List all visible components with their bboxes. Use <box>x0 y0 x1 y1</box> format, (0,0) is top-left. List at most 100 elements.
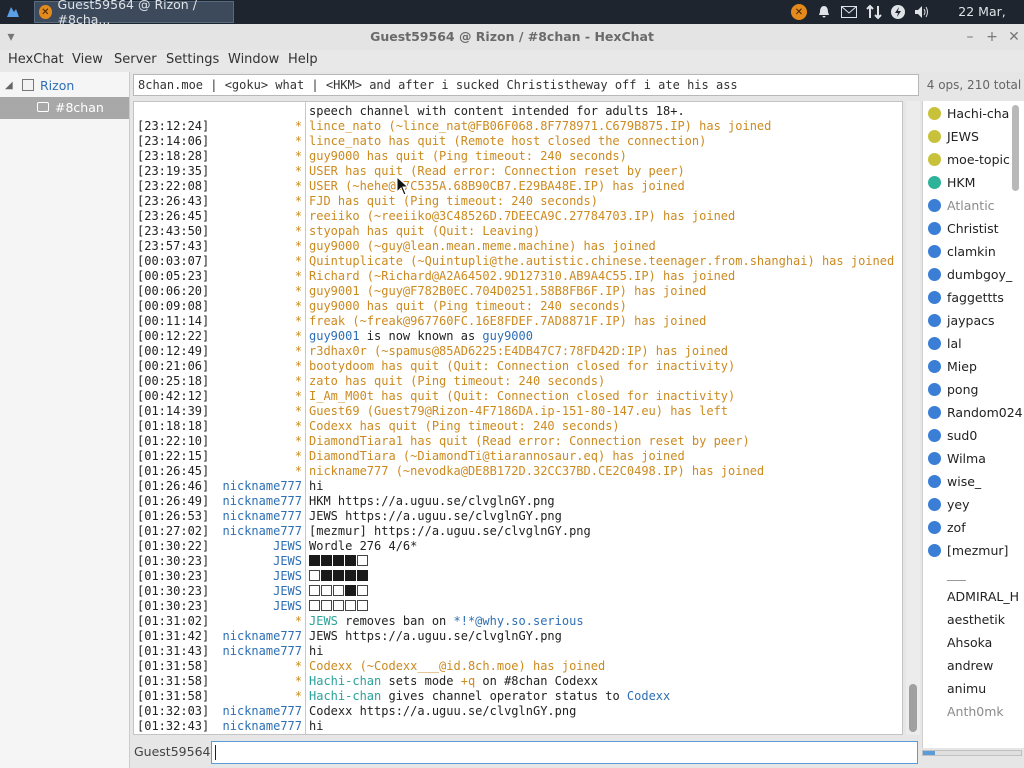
window-titlebar[interactable]: ▾ Guest59564 @ Rizon / #8chan - HexChat … <box>0 24 1024 51</box>
taskbar-window-button[interactable]: ✕ Guest59564 @ Rizon / #8cha... <box>34 0 234 27</box>
user-list-item[interactable]: faggettts <box>923 286 1024 309</box>
user-list-item[interactable]: ADMIRAL_H <box>923 585 1024 608</box>
menu-window[interactable]: Window <box>226 50 281 72</box>
message-input[interactable] <box>211 741 918 764</box>
message-segment[interactable]: JEWS <box>309 614 338 628</box>
user-list-item[interactable]: dumbgoy_ <box>923 263 1024 286</box>
chat-line: [00:06:20] * guy9001 (~guy@F782B0EC.704D02… <box>134 284 902 299</box>
menu-help[interactable]: Help <box>286 50 320 72</box>
chat-timestamp: [01:31:58] <box>137 689 210 703</box>
chat-timestamp: [23:12:24] <box>137 119 210 133</box>
user-list-item[interactable]: zof <box>923 516 1024 539</box>
ops-count: 4 ops, 210 total <box>926 78 1022 92</box>
chat-scrollbar[interactable] <box>906 101 920 735</box>
chat-nick[interactable]: nickname777 <box>208 524 302 539</box>
chat-nick[interactable]: JEWS <box>208 584 302 599</box>
message-segment: r3dhax0r (~spamus@85AD6225:E4DB47C7:78FD… <box>309 344 729 358</box>
user-list-item[interactable]: Hachi-cha <box>923 102 1024 125</box>
chat-timestamp: [23:43:50] <box>137 224 210 238</box>
user-list-item[interactable]: HKM <box>923 171 1024 194</box>
message-segment[interactable]: Hachi-chan <box>309 689 381 703</box>
chat-line: [01:26:46] nickname777 hi <box>134 479 902 494</box>
chat-nick[interactable]: nickname777 <box>208 479 302 494</box>
power-icon[interactable] <box>889 3 907 21</box>
message-segment: speech channel with content intended for… <box>309 104 685 118</box>
user-list-item[interactable]: andrew <box>923 654 1024 677</box>
chat-nick[interactable]: nickname777 <box>208 704 302 719</box>
chat-nick[interactable]: nickname777 <box>208 644 302 659</box>
chat-message: HKM https://a.uguu.se/clvglnGY.png <box>309 494 555 509</box>
message-segment[interactable]: *!*@why.so.serious <box>454 614 584 628</box>
user-list-item[interactable]: sud0 <box>923 424 1024 447</box>
minimize-icon[interactable]: – <box>961 28 979 46</box>
user-list-item[interactable]: Christist <box>923 217 1024 240</box>
user-list-item[interactable]: yey <box>923 493 1024 516</box>
user-list-scrollbar-thumb[interactable] <box>1012 105 1019 191</box>
user-name: Christist <box>947 221 999 236</box>
network-transfer-icon[interactable] <box>865 3 883 21</box>
chat-nick[interactable]: JEWS <box>208 554 302 569</box>
tree-server-rizon[interactable]: ◢ Rizon <box>0 75 129 97</box>
user-list-item[interactable]: Random024 <box>923 401 1024 424</box>
user-list-item[interactable]: Miep <box>923 355 1024 378</box>
chat-nick[interactable]: JEWS <box>208 569 302 584</box>
user-list[interactable]: Hachi-cha JEWS moe-topic HKM Atlantic Christi… <box>922 101 1024 748</box>
menu-view[interactable]: View <box>70 50 105 72</box>
menu-hexchat[interactable]: HexChat <box>6 50 66 72</box>
chat-nick[interactable]: nickname777 <box>208 509 302 524</box>
app-menu-icon[interactable] <box>4 3 22 21</box>
tree-channel-8chan[interactable]: #8chan <box>0 97 129 119</box>
close-icon[interactable]: ✕ <box>1005 28 1023 46</box>
hexchat-tray-icon[interactable]: ✕ <box>790 3 808 21</box>
user-list-item[interactable]: ___ <box>923 562 1024 585</box>
user-list-item[interactable]: pong <box>923 378 1024 401</box>
mail-icon[interactable] <box>840 3 858 21</box>
chat-message: guy9000 has quit (Ping timeout: 240 seco… <box>309 149 627 164</box>
message-segment[interactable]: guy9000 <box>482 329 533 343</box>
user-list-item[interactable]: Atlantic <box>923 194 1024 217</box>
user-list-item[interactable]: Wilma <box>923 447 1024 470</box>
user-list-scrollbar[interactable] <box>1010 101 1022 748</box>
user-list-item[interactable]: moe-topic <box>923 148 1024 171</box>
menu-server[interactable]: Server <box>112 50 159 72</box>
message-segment[interactable]: Codexx <box>627 689 670 703</box>
user-list-item[interactable]: clamkin <box>923 240 1024 263</box>
user-list-item[interactable]: wise_ <box>923 470 1024 493</box>
user-list-item[interactable]: [mezmur] <box>923 539 1024 562</box>
user-list-item[interactable]: Anth0mk <box>923 700 1024 723</box>
user-list-item[interactable]: JEWS <box>923 125 1024 148</box>
topic-field[interactable]: 8chan.moe | <goku> what | <HKM> and afte… <box>133 74 919 96</box>
user-name: ___ <box>947 566 966 581</box>
user-status-icon <box>928 452 941 465</box>
user-list-item[interactable]: Ahsoka <box>923 631 1024 654</box>
user-list-item[interactable]: jaypacs <box>923 309 1024 332</box>
message-segment[interactable]: Hachi-chan <box>309 674 381 688</box>
user-list-item[interactable]: aesthetik <box>923 608 1024 631</box>
chat-scrollbar-thumb[interactable] <box>909 684 917 732</box>
chat-message: Guest69 (Guest79@Rizon-4F7186DA.ip-151-8… <box>309 404 728 419</box>
volume-icon[interactable] <box>913 3 931 21</box>
chat-line: [23:57:43] * guy9000 (~guy@lean.mean.meme.… <box>134 239 902 254</box>
chat-nick[interactable]: nickname777 <box>208 629 302 644</box>
chat-nick[interactable]: JEWS <box>208 599 302 614</box>
chat-nick: * <box>294 239 302 253</box>
chat-nick[interactable]: nickname777 <box>208 719 302 734</box>
user-list-item[interactable]: lal <box>923 332 1024 355</box>
expand-arrow-icon[interactable]: ◢ <box>5 75 13 97</box>
user-status-icon <box>928 406 941 419</box>
chat-timestamp: [01:31:02] <box>137 614 210 628</box>
message-segment: lince_nato has quit (Remote host closed … <box>309 134 707 148</box>
chat-nick[interactable]: JEWS <box>208 539 302 554</box>
notification-bell-icon[interactable] <box>815 3 833 21</box>
wordle-black-square <box>345 555 356 566</box>
chat-line: [00:42:12] * I_Am_M00t has quit (Quit: Con… <box>134 389 902 404</box>
chat-log[interactable]: speech channel with content intended for… <box>133 101 903 735</box>
nick-button[interactable]: Guest59564 <box>134 742 210 762</box>
clock[interactable]: 22 Mar, 01:35 <box>940 0 1024 43</box>
maximize-icon[interactable]: + <box>983 28 1001 46</box>
chat-nick: * <box>294 119 302 133</box>
chat-nick[interactable]: nickname777 <box>208 494 302 509</box>
message-segment[interactable]: guy9001 <box>309 329 360 343</box>
user-list-item[interactable]: animu <box>923 677 1024 700</box>
menu-settings[interactable]: Settings <box>164 50 221 72</box>
